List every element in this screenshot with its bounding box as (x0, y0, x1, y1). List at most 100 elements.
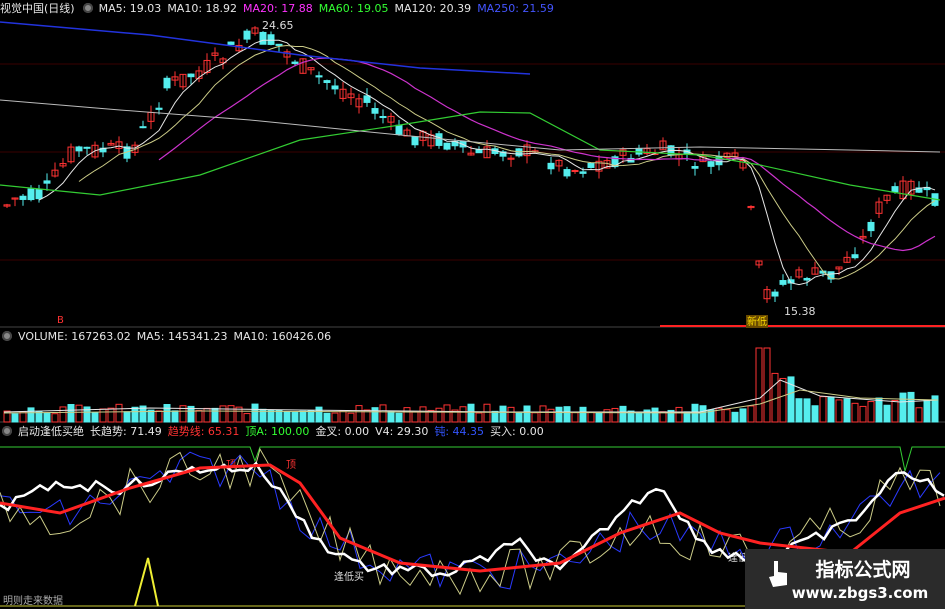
candle (779, 280, 787, 285)
candle (315, 75, 323, 78)
indicator-header: 启动逢低买绝 长趋势: 71.49 趋势线: 65.31 顶A: 100.00 金叉: … (0, 425, 550, 439)
candle (547, 162, 555, 170)
volume-bar (27, 407, 35, 423)
watermark-box: 指标公式网 www.zbgs3.com (745, 549, 945, 609)
candle (27, 188, 35, 201)
volume-bar (371, 407, 379, 423)
volume-bar (723, 409, 731, 423)
volume-bar (899, 392, 907, 423)
high-price-label: 24.65 (262, 19, 294, 32)
volume-bar (539, 405, 547, 423)
volume-bar (571, 412, 579, 423)
candle (163, 77, 171, 89)
volume-bar (531, 412, 539, 423)
volume-bar (171, 410, 179, 423)
volume-bar (155, 410, 163, 423)
volume-bar (675, 406, 683, 423)
volume-bar (779, 377, 787, 423)
indicator-footer: 明则走来数据 (3, 594, 63, 607)
volume-bar (827, 396, 835, 423)
volume-bar (51, 413, 59, 423)
candle (691, 166, 699, 169)
candle (563, 169, 571, 177)
volume-bar (851, 402, 859, 423)
volume-bar (315, 406, 323, 423)
volume-bar (755, 347, 763, 423)
volume-bar (507, 406, 515, 423)
volume-bar (243, 413, 251, 423)
candle (571, 170, 579, 173)
volume-bar (59, 406, 67, 423)
ma-label: MA60: 19.05 (318, 2, 389, 15)
volume-bar (299, 410, 307, 423)
volume-bar (635, 412, 643, 423)
volume-bar (731, 411, 739, 423)
candlestick-chart[interactable]: 24.65 15.38 新低 B (0, 0, 945, 328)
volume-bar (859, 405, 867, 423)
volume-bar (403, 407, 411, 423)
volume-bar (923, 399, 931, 423)
settings-icon[interactable] (2, 426, 12, 436)
volume-bar (339, 410, 347, 423)
indicator-field: 金叉: 0.00 (315, 425, 370, 438)
indicator-field: 趋势线: 65.31 (167, 425, 240, 438)
volume-panel[interactable]: VOLUME: 167263.02 MA5: 145341.23 MA10: 160… (0, 328, 945, 423)
candle (411, 136, 419, 146)
price-header: 视觉中国(日线) MA5: 19.03 MA10: 18.92 MA20: 17.88… (0, 2, 560, 16)
candle (379, 115, 387, 119)
volume-bar (91, 412, 99, 423)
low-price-label: 15.38 (784, 305, 816, 318)
candle (443, 142, 451, 150)
volume-bar (883, 404, 891, 423)
candle (579, 171, 587, 174)
volume-bar (11, 413, 19, 423)
volume-bar (619, 405, 627, 423)
volume-bar (251, 403, 259, 423)
volume-bar (483, 403, 491, 423)
candle (243, 30, 251, 40)
top-a-line (0, 446, 945, 472)
candle (867, 221, 875, 232)
volume-bar (123, 411, 131, 423)
volume-bar (411, 411, 419, 423)
candle (267, 34, 275, 45)
volume-bar (475, 412, 483, 423)
volume-bar (131, 406, 139, 423)
volume-bar (515, 412, 523, 423)
volume-bar (347, 412, 355, 423)
candle (259, 31, 267, 45)
candle (43, 180, 51, 184)
volume-bar (395, 412, 403, 423)
ma60-line (0, 111, 941, 201)
candle (803, 277, 811, 281)
volume-bar (379, 404, 387, 423)
candle (515, 148, 523, 157)
settings-icon[interactable] (82, 3, 93, 13)
new-low-badge: 新低 (747, 315, 767, 328)
volume-bar (43, 412, 51, 423)
candle (75, 146, 83, 152)
buy-low-tag: 逢低买 (334, 570, 364, 583)
volume-bar (523, 405, 531, 423)
stock-title: 视觉中国(日线) (0, 2, 75, 15)
volume-bar (115, 403, 123, 423)
ma-label: MA5: 19.03 (98, 2, 162, 15)
candle (35, 188, 43, 200)
volume-bar (211, 407, 219, 423)
candle (851, 254, 859, 259)
volume-bar (195, 410, 203, 423)
volume-bar (875, 397, 883, 423)
volume-bar (275, 409, 283, 423)
settings-icon[interactable] (2, 331, 12, 341)
volume-bar (107, 407, 115, 423)
volume-bar (587, 411, 595, 423)
volume-bar (867, 401, 875, 423)
volume-bar (891, 399, 899, 423)
volume-bar (547, 408, 555, 423)
candle (155, 107, 163, 110)
volume-bar (555, 406, 563, 423)
volume-bar (811, 405, 819, 423)
price-panel[interactable]: 视觉中国(日线) MA5: 19.03 MA10: 18.92 MA20: 17.88… (0, 0, 945, 328)
volume-bar (835, 399, 843, 423)
signal-marker: B (57, 315, 64, 326)
